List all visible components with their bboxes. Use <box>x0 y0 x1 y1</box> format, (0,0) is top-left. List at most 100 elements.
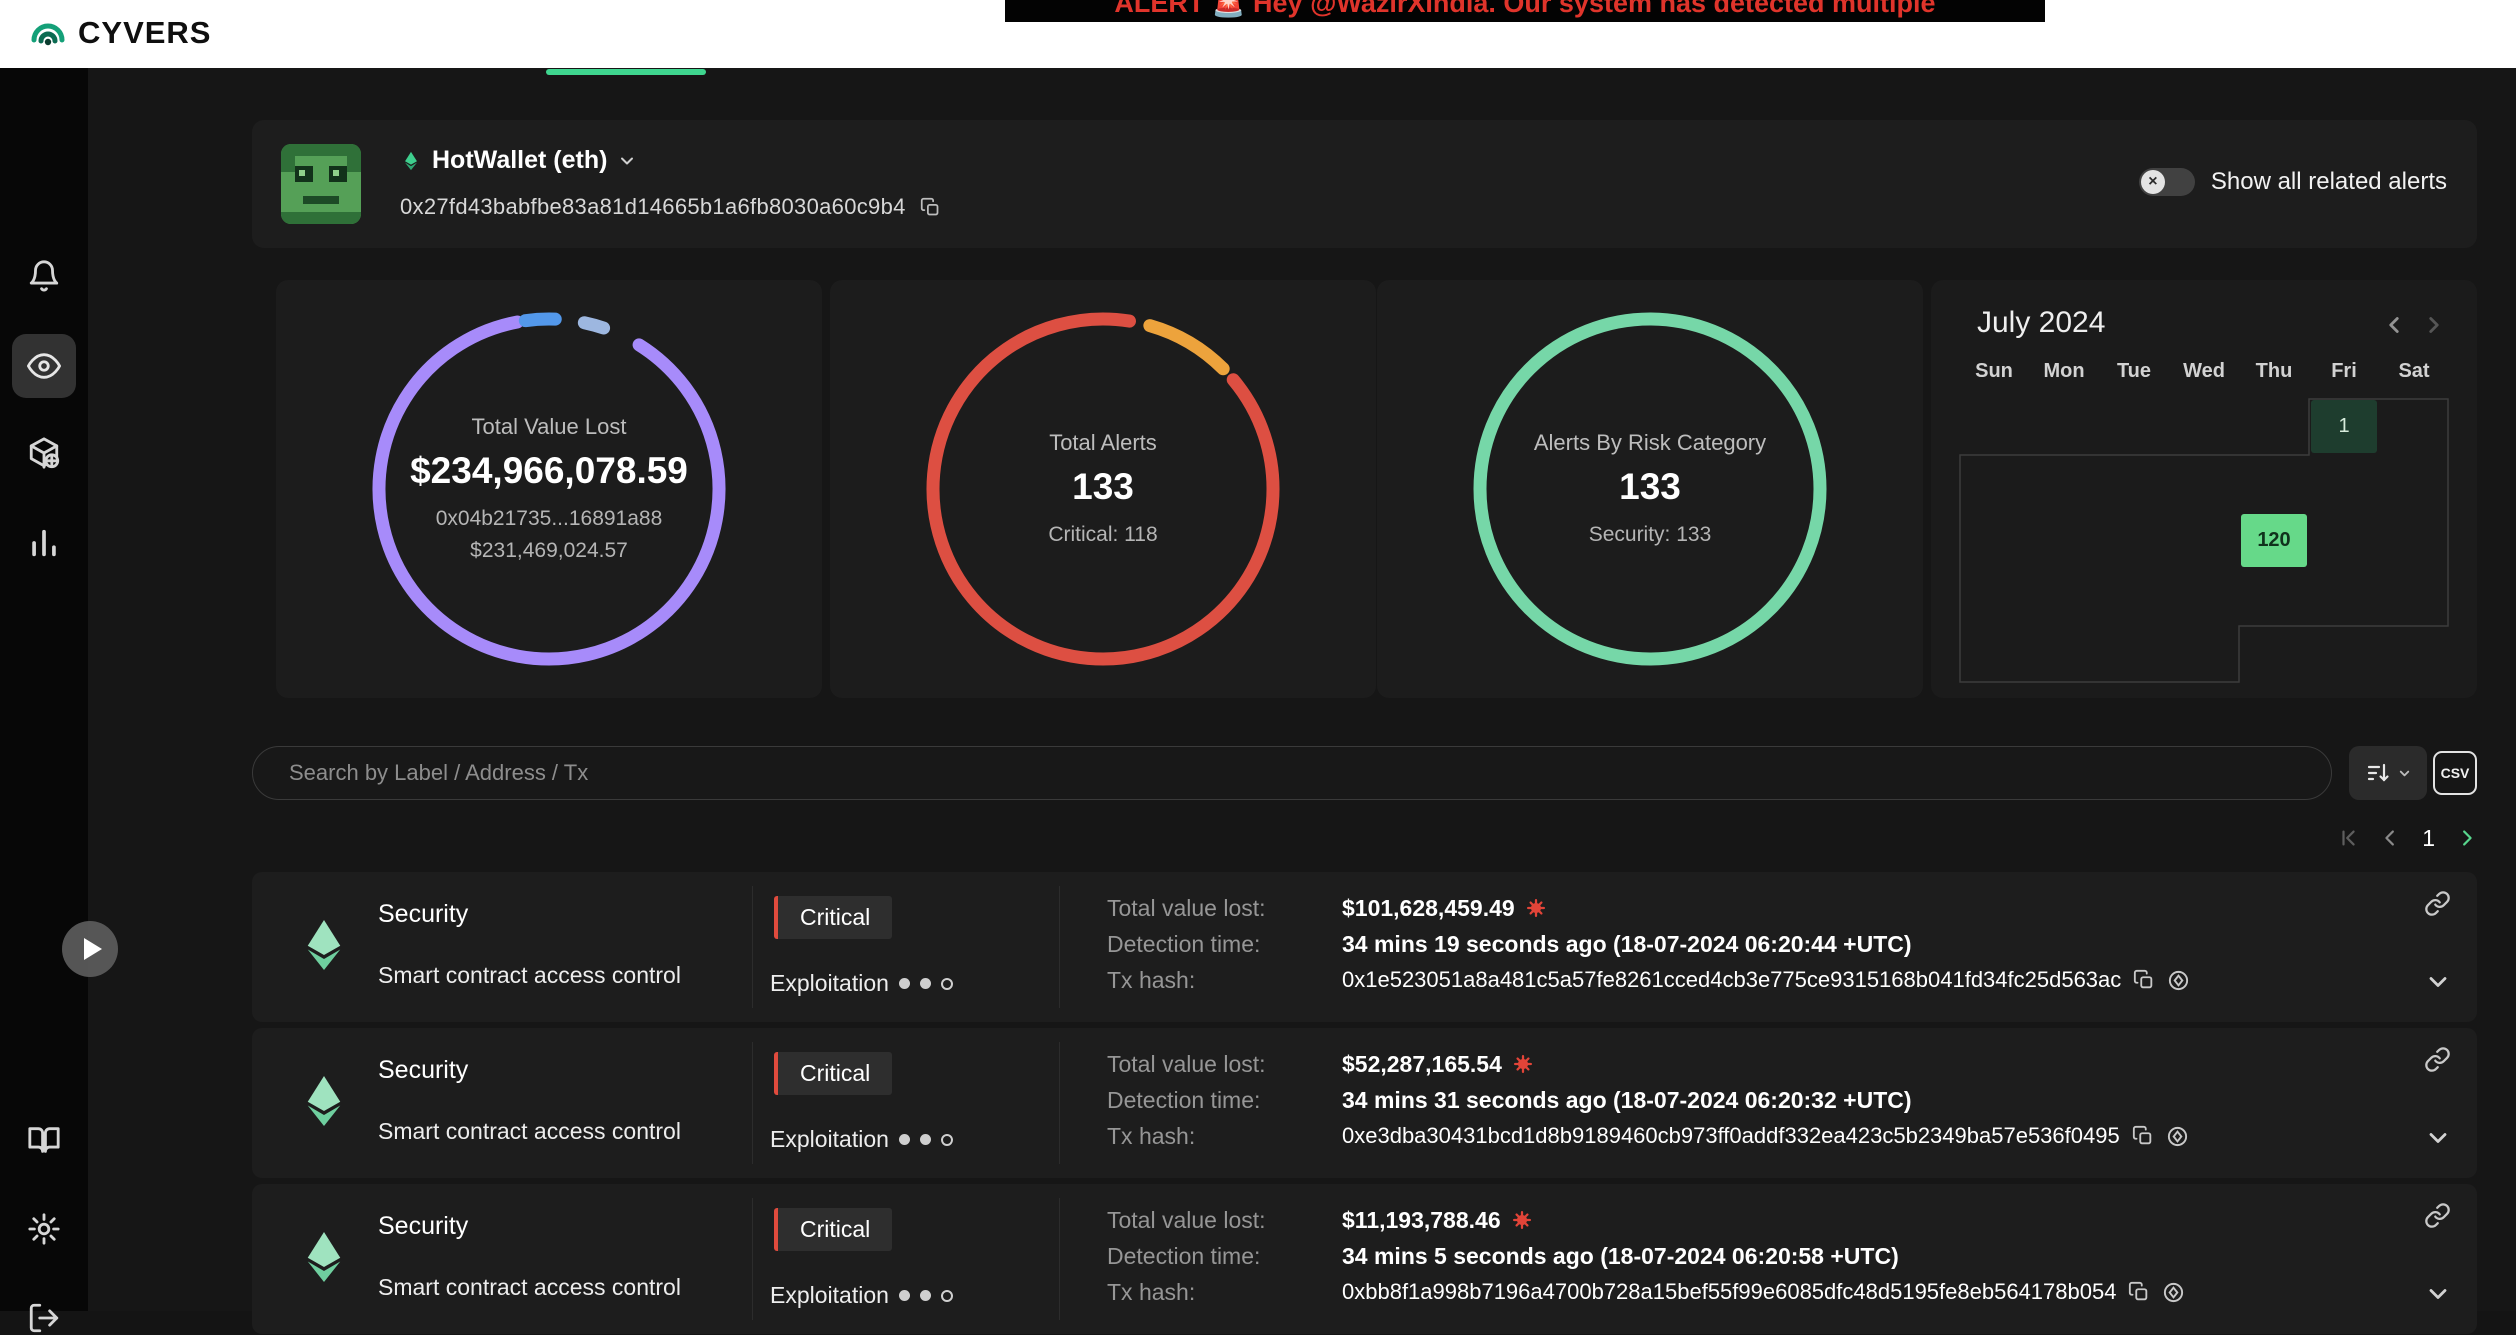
wallet-name: HotWallet (eth) <box>432 146 607 175</box>
phase-dot-filled <box>899 1134 910 1145</box>
alert-expand-chevron-icon[interactable] <box>2424 1280 2452 1308</box>
exploit-virus-icon <box>1513 1211 1531 1229</box>
calendar-heatmap-card: July 2024 Sun Mon Tue Wed Thu Fri Sat 1 … <box>1931 280 2477 698</box>
play-button[interactable] <box>62 921 118 977</box>
play-icon <box>84 938 102 960</box>
show-related-alerts-toggle[interactable]: × <box>2139 168 2195 196</box>
calendar-cell-day-1[interactable]: 1 <box>2311 400 2377 453</box>
exploit-virus-icon <box>1514 1055 1532 1073</box>
attack-phase: Exploitation <box>770 1282 953 1309</box>
label-tx-hash: Tx hash: <box>1107 1118 1266 1154</box>
alert-row: Security Smart contract access control C… <box>252 872 2477 1022</box>
prev-page-icon[interactable] <box>2380 827 2402 849</box>
alert-expand-chevron-icon[interactable] <box>2424 968 2452 996</box>
alert-link-icon[interactable] <box>2424 1046 2451 1073</box>
label-total-value-lost: Total value lost: <box>1107 890 1266 926</box>
sort-icon <box>2365 760 2391 786</box>
stat-value: $234,966,078.59 <box>410 450 688 492</box>
sort-button[interactable] <box>2349 746 2427 800</box>
day-header: Sat <box>2379 360 2449 383</box>
phase-dot-empty <box>941 1134 953 1146</box>
chevron-down-icon <box>2397 766 2412 781</box>
alert-row: Security Smart contract access control C… <box>252 1028 2477 1178</box>
stat-sub: Security: 133 <box>1589 522 1712 548</box>
alert-tx-hash: 0xe3dba30431bcd1d8b9189460cb973ff0addf33… <box>1342 1118 2120 1154</box>
divider <box>1059 1198 1060 1320</box>
toggle-knob: × <box>2141 170 2165 194</box>
stat-title: Total Value Lost <box>472 414 627 440</box>
stat-value: 133 <box>1072 466 1134 508</box>
exploit-virus-icon <box>1527 899 1545 917</box>
attack-phase: Exploitation <box>770 970 953 997</box>
stat-sub-amount: $231,469,024.57 <box>470 538 628 564</box>
etherscan-icon[interactable] <box>2166 1125 2189 1148</box>
day-header: Fri <box>2309 360 2379 383</box>
cyvers-logo-icon <box>28 13 68 53</box>
etherscan-icon[interactable] <box>2167 969 2190 992</box>
wallet-selector[interactable]: HotWallet (eth) <box>400 146 637 175</box>
top-header: CYVERS ALERT 🚨 Hey @WazirXIndia. Our sys… <box>0 0 2516 68</box>
notifications-bell-icon[interactable] <box>27 259 61 293</box>
label-detection-time: Detection time: <box>1107 1082 1266 1118</box>
next-page-icon[interactable] <box>2455 827 2477 849</box>
calendar-next-icon[interactable] <box>2421 312 2447 338</box>
calendar-grid: 1 120 <box>1959 398 2449 683</box>
label-total-value-lost: Total value lost: <box>1107 1202 1266 1238</box>
alert-subcategory: Smart contract access control <box>378 1274 681 1301</box>
alert-expand-chevron-icon[interactable] <box>2424 1124 2452 1152</box>
calendar-month-title: July 2024 <box>1977 306 2105 340</box>
label-detection-time: Detection time: <box>1107 926 1266 962</box>
phase-label: Exploitation <box>770 970 889 997</box>
wallet-header-card: HotWallet (eth) 0x27fd43babfbe83a81d1466… <box>252 120 2477 248</box>
copy-tx-hash-icon[interactable] <box>2133 969 2155 991</box>
first-page-icon[interactable] <box>2338 827 2360 849</box>
copy-tx-hash-icon[interactable] <box>2132 1125 2154 1147</box>
brand-name: CYVERS <box>78 15 211 51</box>
current-page-number[interactable]: 1 <box>2422 825 2435 852</box>
analytics-bar-chart-icon[interactable] <box>27 526 61 560</box>
etherscan-icon[interactable] <box>2162 1281 2185 1304</box>
wallet-address-row: 0x27fd43babfbe83a81d14665b1a6fb8030a60c9… <box>400 194 941 220</box>
eth-icon <box>294 1071 354 1131</box>
assets-cube-globe-icon[interactable] <box>27 436 61 470</box>
csv-label: CSV <box>2441 765 2470 781</box>
alert-detection-time: 34 mins 19 seconds ago (18-07-2024 06:20… <box>1342 926 2190 962</box>
eye-icon <box>27 349 61 383</box>
divider <box>1059 886 1060 1008</box>
stat-card-risk-category: Alerts By Risk Category 133 Security: 13… <box>1377 280 1923 698</box>
stat-card-total-value-lost: Total Value Lost $234,966,078.59 0x04b21… <box>276 280 822 698</box>
search-input[interactable] <box>252 746 2332 800</box>
sidebar-item-monitoring-active[interactable] <box>12 334 76 398</box>
label-tx-hash: Tx hash: <box>1107 1274 1266 1310</box>
stat-value: 133 <box>1619 466 1681 508</box>
csv-export-button[interactable]: CSV <box>2433 751 2477 795</box>
calendar-cell-count-120[interactable]: 120 <box>2241 514 2307 567</box>
alert-category: Security <box>378 1212 468 1241</box>
phase-dot-filled <box>920 1134 931 1145</box>
copy-tx-hash-icon[interactable] <box>2128 1281 2150 1303</box>
chevron-down-icon <box>617 151 637 171</box>
active-tab-underline <box>546 69 706 75</box>
severity-badge: Critical <box>774 1052 892 1095</box>
phase-dot-filled <box>920 978 931 989</box>
label-tx-hash: Tx hash: <box>1107 962 1266 998</box>
docs-book-icon[interactable] <box>27 1123 61 1157</box>
settings-gear-icon[interactable] <box>27 1212 61 1246</box>
day-header: Thu <box>2239 360 2309 383</box>
logout-icon[interactable] <box>27 1301 61 1335</box>
severity-badge: Critical <box>774 896 892 939</box>
eth-icon <box>294 1227 354 1287</box>
alert-value-lost: $101,628,459.49 <box>1342 890 1515 926</box>
phase-dot-filled <box>920 1290 931 1301</box>
alert-link-icon[interactable] <box>2424 890 2451 917</box>
calendar-prev-icon[interactable] <box>2381 312 2407 338</box>
related-alerts-toggle-group: × Show all related alerts <box>2139 168 2447 196</box>
copy-address-icon[interactable] <box>920 197 941 218</box>
attack-phase: Exploitation <box>770 1126 953 1153</box>
divider <box>752 1042 753 1164</box>
alert-link-icon[interactable] <box>2424 1202 2451 1229</box>
eth-icon <box>400 150 422 172</box>
alert-field-labels: Total value lost: Detection time: Tx has… <box>1107 1046 1266 1154</box>
phase-dot-empty <box>941 978 953 990</box>
phase-dot-filled <box>899 1290 910 1301</box>
